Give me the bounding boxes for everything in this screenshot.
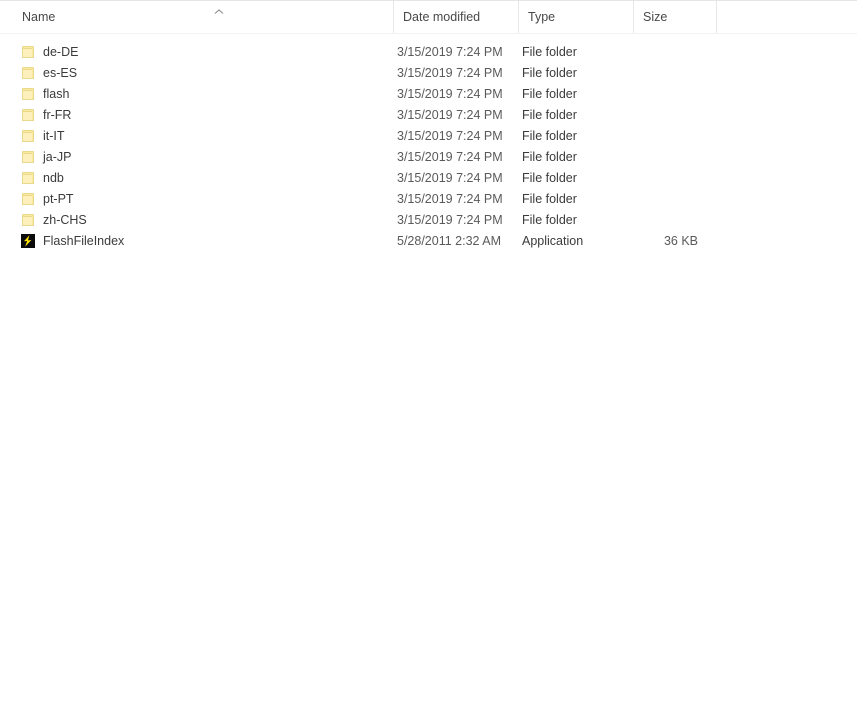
folder-icon: [20, 149, 36, 165]
row-cell-size: [633, 41, 711, 62]
row-cell-name: zh-CHS: [20, 209, 390, 230]
row-cell-type: File folder: [522, 86, 577, 101]
row-cell-size: [633, 209, 711, 230]
row-cell-size: [633, 104, 711, 125]
sort-ascending-icon: [213, 8, 225, 16]
row-cell-name: es-ES: [20, 62, 390, 83]
folder-icon: [20, 191, 36, 207]
folder-icon: [20, 65, 36, 81]
row-cell-type: File folder: [522, 44, 577, 59]
table-row[interactable]: FlashFileIndex 5/28/2011 2:32 AM Applica…: [0, 230, 857, 251]
row-cell-type: Application: [522, 233, 584, 248]
row-cell-size: [633, 62, 711, 83]
column-header-size[interactable]: Size: [633, 1, 716, 33]
row-cell-size: 36 KB: [663, 233, 698, 248]
row-name-label: fr-FR: [43, 107, 72, 122]
row-cell-type: File folder: [522, 107, 577, 122]
folder-icon: [20, 107, 36, 123]
folder-icon: [20, 86, 36, 102]
row-cell-size: [633, 83, 711, 104]
row-cell-size: [633, 188, 711, 209]
row-name-label: it-IT: [43, 128, 65, 143]
row-cell-date-modified: 3/15/2019 7:24 PM: [397, 107, 503, 122]
folder-icon: [20, 128, 36, 144]
row-cell-name: flash: [20, 83, 390, 104]
row-cell-size: [633, 146, 711, 167]
row-cell-name: FlashFileIndex: [20, 230, 390, 251]
row-cell-type: File folder: [522, 212, 577, 227]
column-header-date-modified[interactable]: Date modified: [393, 1, 518, 33]
row-cell-name: it-IT: [20, 125, 390, 146]
column-header-type[interactable]: Type: [518, 1, 633, 33]
row-cell-date-modified: 3/15/2019 7:24 PM: [397, 149, 503, 164]
column-header-row: Name Date modified Type Size: [0, 1, 857, 34]
row-cell-date-modified: 3/15/2019 7:24 PM: [397, 170, 503, 185]
table-row[interactable]: fr-FR 3/15/2019 7:24 PM File folder: [0, 104, 857, 125]
row-cell-type: File folder: [522, 149, 577, 164]
row-cell-size: [633, 167, 711, 188]
row-cell-type: File folder: [522, 128, 577, 143]
row-cell-date-modified: 5/28/2011 2:32 AM: [397, 233, 502, 248]
row-cell-name: de-DE: [20, 41, 390, 62]
column-header-name[interactable]: Name: [13, 1, 393, 33]
table-row[interactable]: flash 3/15/2019 7:24 PM File folder: [0, 83, 857, 104]
file-list: de-DE 3/15/2019 7:24 PM File folder es-E…: [0, 34, 857, 251]
row-cell-name: fr-FR: [20, 104, 390, 125]
row-name-label: FlashFileIndex: [43, 233, 125, 248]
row-name-label: ja-JP: [43, 149, 72, 164]
table-row[interactable]: de-DE 3/15/2019 7:24 PM File folder: [0, 41, 857, 62]
row-name-label: pt-PT: [43, 191, 74, 206]
row-name-label: ndb: [43, 170, 64, 185]
folder-icon: [20, 44, 36, 60]
row-cell-date-modified: 3/15/2019 7:24 PM: [397, 86, 503, 101]
table-row[interactable]: es-ES 3/15/2019 7:24 PM File folder: [0, 62, 857, 83]
row-cell-date-modified: 3/15/2019 7:24 PM: [397, 128, 503, 143]
row-cell-name: ja-JP: [20, 146, 390, 167]
row-cell-type: File folder: [522, 170, 577, 185]
row-cell-type: File folder: [522, 191, 577, 206]
column-header-date-modified-label: Date modified: [403, 9, 481, 24]
column-header-type-label: Type: [528, 9, 556, 24]
table-row[interactable]: it-IT 3/15/2019 7:24 PM File folder: [0, 125, 857, 146]
flash-icon: [20, 233, 36, 249]
column-header-endcap: [716, 1, 857, 33]
table-row[interactable]: pt-PT 3/15/2019 7:24 PM File folder: [0, 188, 857, 209]
row-cell-date-modified: 3/15/2019 7:24 PM: [397, 44, 503, 59]
table-row[interactable]: ndb 3/15/2019 7:24 PM File folder: [0, 167, 857, 188]
column-header-name-label: Name: [22, 9, 56, 24]
file-list-details-view: Name Date modified Type Size de-DE 3/15/…: [0, 0, 857, 705]
row-cell-name: ndb: [20, 167, 390, 188]
row-cell-name: pt-PT: [20, 188, 390, 209]
table-row[interactable]: zh-CHS 3/15/2019 7:24 PM File folder: [0, 209, 857, 230]
row-cell-date-modified: 3/15/2019 7:24 PM: [397, 65, 503, 80]
row-name-label: flash: [43, 86, 70, 101]
row-name-label: zh-CHS: [43, 212, 87, 227]
folder-icon: [20, 212, 36, 228]
folder-icon: [20, 170, 36, 186]
row-cell-type: File folder: [522, 65, 577, 80]
row-name-label: de-DE: [43, 44, 79, 59]
row-cell-date-modified: 3/15/2019 7:24 PM: [397, 191, 503, 206]
row-cell-date-modified: 3/15/2019 7:24 PM: [397, 212, 503, 227]
column-header-size-label: Size: [643, 9, 668, 24]
row-name-label: es-ES: [43, 65, 78, 80]
table-row[interactable]: ja-JP 3/15/2019 7:24 PM File folder: [0, 146, 857, 167]
row-cell-size: [633, 125, 711, 146]
